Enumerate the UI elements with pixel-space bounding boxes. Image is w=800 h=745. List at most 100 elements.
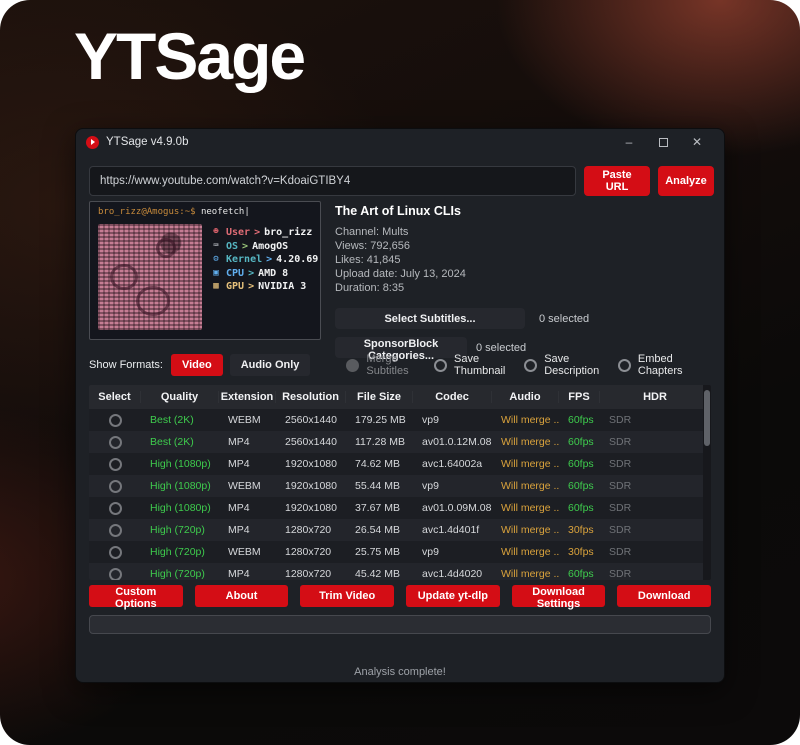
analyze-button[interactable]: Analyze <box>658 166 714 196</box>
select-radio-icon[interactable] <box>109 436 122 449</box>
radio-circle-icon <box>346 359 359 372</box>
cell-select[interactable] <box>89 414 141 427</box>
cell-select[interactable] <box>89 568 141 581</box>
checkbox-label: Embed Chapters <box>638 353 711 377</box>
cell-extension: MP4 <box>219 502 276 514</box>
paste-url-button[interactable]: Paste URL <box>584 166 650 196</box>
cell-select[interactable] <box>89 480 141 493</box>
neofetch-value: AmogOS <box>252 240 288 254</box>
select-radio-icon[interactable] <box>109 458 122 471</box>
select-radio-icon[interactable] <box>109 524 122 537</box>
cell-extension: WEBM <box>219 414 276 426</box>
select-radio-icon[interactable] <box>109 568 122 581</box>
update-yt-dlp-button[interactable]: Update yt-dlp <box>406 585 500 607</box>
scrollbar-thumb[interactable] <box>704 390 710 446</box>
cell-select[interactable] <box>89 524 141 537</box>
neofetch-label: OS <box>226 240 238 254</box>
download-settings-button[interactable]: Download Settings <box>512 585 606 607</box>
column-header-fps: FPS <box>559 391 600 403</box>
cell-select[interactable] <box>89 502 141 515</box>
cell-hdr: SDR <box>600 502 711 514</box>
neofetch-value: NVIDIA 3 <box>258 280 306 294</box>
formats-audio-toggle[interactable]: Audio Only <box>230 354 311 376</box>
column-header-extension: Extension <box>219 391 276 403</box>
status-message: Analysis complete! <box>76 666 724 678</box>
page-title: YTSage <box>74 18 304 94</box>
cell-audio: Will merge ... <box>492 436 559 448</box>
cell-audio: Will merge ... <box>492 524 559 536</box>
formats-video-toggle[interactable]: Video <box>171 354 223 376</box>
table-row[interactable]: High (1080p)MP41920x108037.67 MBav01.0.0… <box>89 497 711 519</box>
column-header-hdr: HDR <box>600 391 711 403</box>
select-radio-icon[interactable] <box>109 480 122 493</box>
minimize-button[interactable]: – <box>612 129 646 155</box>
cell-file-size: 25.75 MB <box>346 546 413 558</box>
select-radio-icon[interactable] <box>109 502 122 515</box>
window-titlebar: YTSage v4.9.0b – ✕ <box>76 129 724 155</box>
table-row[interactable]: Best (2K)WEBM2560x1440179.25 MBvp9Will m… <box>89 409 711 431</box>
cell-resolution: 2560x1440 <box>276 436 346 448</box>
ascii-art <box>98 224 202 330</box>
media-row: bro_rizz@Amogus:~$ neofetch| ☻User>bro_r… <box>89 201 711 343</box>
column-header-audio: Audio <box>492 391 559 403</box>
close-button[interactable]: ✕ <box>680 129 714 155</box>
neofetch-value: bro_rizz <box>264 226 312 240</box>
cell-audio: Will merge ... <box>492 502 559 514</box>
cell-quality: Best (2K) <box>141 436 219 448</box>
select-subtitles-button[interactable]: Select Subtitles... <box>335 308 525 329</box>
trim-video-button[interactable]: Trim Video <box>300 585 394 607</box>
chevron-right-icon: > <box>254 226 260 240</box>
chevron-right-icon: > <box>248 280 254 294</box>
cell-fps: 30fps <box>559 546 600 558</box>
table-row[interactable]: High (720p)MP41280x72045.42 MBavc1.4d402… <box>89 563 711 580</box>
cell-audio: Will merge ... <box>492 480 559 492</box>
cell-resolution: 1280x720 <box>276 568 346 580</box>
select-radio-icon[interactable] <box>109 414 122 427</box>
cell-audio: Will merge ... <box>492 546 559 558</box>
maximize-icon <box>659 138 668 147</box>
maximize-button[interactable] <box>646 129 680 155</box>
cell-file-size: 117.28 MB <box>346 436 413 448</box>
checkbox-save-thumbnail[interactable]: Save Thumbnail <box>434 353 524 377</box>
cell-select[interactable] <box>89 546 141 559</box>
download-button[interactable]: Download <box>617 585 711 607</box>
user-icon: ☻ <box>210 226 222 240</box>
column-header-select: Select <box>89 391 141 403</box>
cell-quality: High (720p) <box>141 524 219 536</box>
neofetch-line: ☻User>bro_rizz <box>210 226 318 240</box>
cell-extension: WEBM <box>219 546 276 558</box>
cell-fps: 60fps <box>559 414 600 426</box>
table-body: Best (2K)WEBM2560x1440179.25 MBvp9Will m… <box>89 409 711 580</box>
neofetch-label: Kernel <box>226 253 262 267</box>
cell-select[interactable] <box>89 458 141 471</box>
select-radio-icon[interactable] <box>109 546 122 559</box>
cell-resolution: 1920x1080 <box>276 458 346 470</box>
url-input[interactable] <box>89 166 576 196</box>
neofetch-output: ☻User>bro_rizz⌨OS>AmogOS⚙Kernel>4.20.69▣… <box>210 226 318 294</box>
subtitles-row: Select Subtitles... 0 selected <box>335 308 711 329</box>
radio-circle-icon <box>524 359 537 372</box>
checkbox-save-description[interactable]: Save Description <box>524 353 618 377</box>
cell-fps: 60fps <box>559 458 600 470</box>
table-row[interactable]: High (1080p)WEBM1920x108055.44 MBvp9Will… <box>89 475 711 497</box>
checkbox-embed-chapters[interactable]: Embed Chapters <box>618 353 711 377</box>
cell-hdr: SDR <box>600 414 711 426</box>
cell-hdr: SDR <box>600 546 711 558</box>
app-logo-icon <box>86 136 99 149</box>
video-upload-date: Upload date: July 13, 2024 <box>335 267 711 281</box>
table-row[interactable]: High (720p)MP41280x72026.54 MBavc1.4d401… <box>89 519 711 541</box>
neofetch-value: 4.20.69 <box>276 253 318 267</box>
cell-hdr: SDR <box>600 436 711 448</box>
table-row[interactable]: High (720p)WEBM1280x72025.75 MBvp9Will m… <box>89 541 711 563</box>
custom-options-button[interactable]: Custom Options <box>89 585 183 607</box>
table-row[interactable]: Best (2K)MP42560x1440117.28 MBav01.0.12M… <box>89 431 711 453</box>
cell-audio: Will merge ... <box>492 458 559 470</box>
about-button[interactable]: About <box>195 585 289 607</box>
table-row[interactable]: High (1080p)MP41920x108074.62 MBavc1.640… <box>89 453 711 475</box>
table-scrollbar[interactable] <box>703 385 711 580</box>
window-title: YTSage v4.9.0b <box>106 136 188 148</box>
cell-file-size: 26.54 MB <box>346 524 413 536</box>
table-header: SelectQualityExtensionResolutionFile Siz… <box>89 385 711 409</box>
cell-select[interactable] <box>89 436 141 449</box>
cell-audio: Will merge ... <box>492 414 559 426</box>
